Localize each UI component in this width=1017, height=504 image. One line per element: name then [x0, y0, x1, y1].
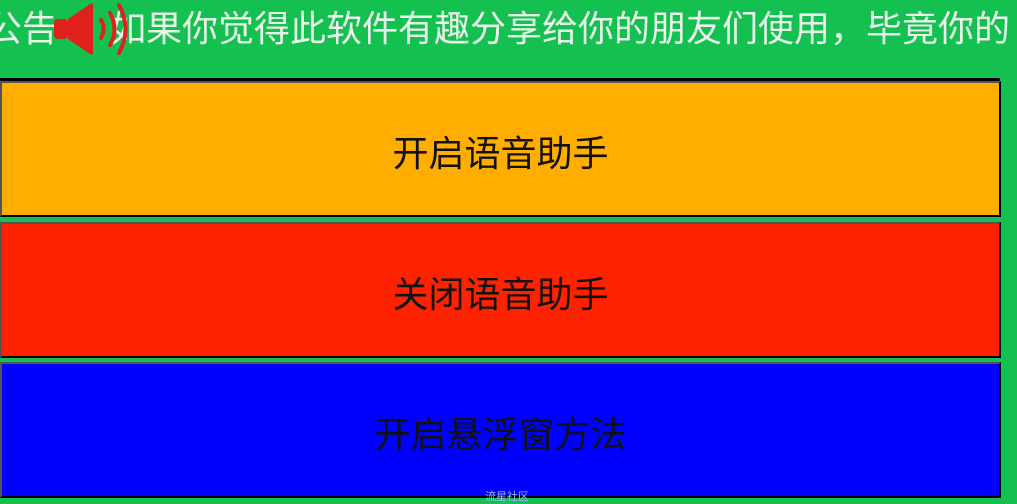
disable-voice-assistant-label: 关闭语音助手	[392, 274, 609, 315]
speaker-icon	[54, 3, 128, 55]
enable-floating-window-method-button[interactable]: 开启悬浮窗方法	[0, 362, 1001, 498]
enable-voice-assistant-label: 开启语音助手	[392, 133, 609, 174]
disable-voice-assistant-button[interactable]: 关闭语音助手	[0, 222, 1001, 358]
enable-voice-assistant-button[interactable]: 开启语音助手	[0, 81, 1001, 217]
announcement-marquee: 公告 如果你觉得此软件有趣分享给你的朋友们使用，毕竟你的	[0, 0, 1017, 78]
announcement-text: 如果你觉得此软件有趣分享给你的朋友们使用，毕竟你的	[110, 9, 1011, 50]
enable-floating-window-method-label: 开启悬浮窗方法	[374, 414, 627, 455]
